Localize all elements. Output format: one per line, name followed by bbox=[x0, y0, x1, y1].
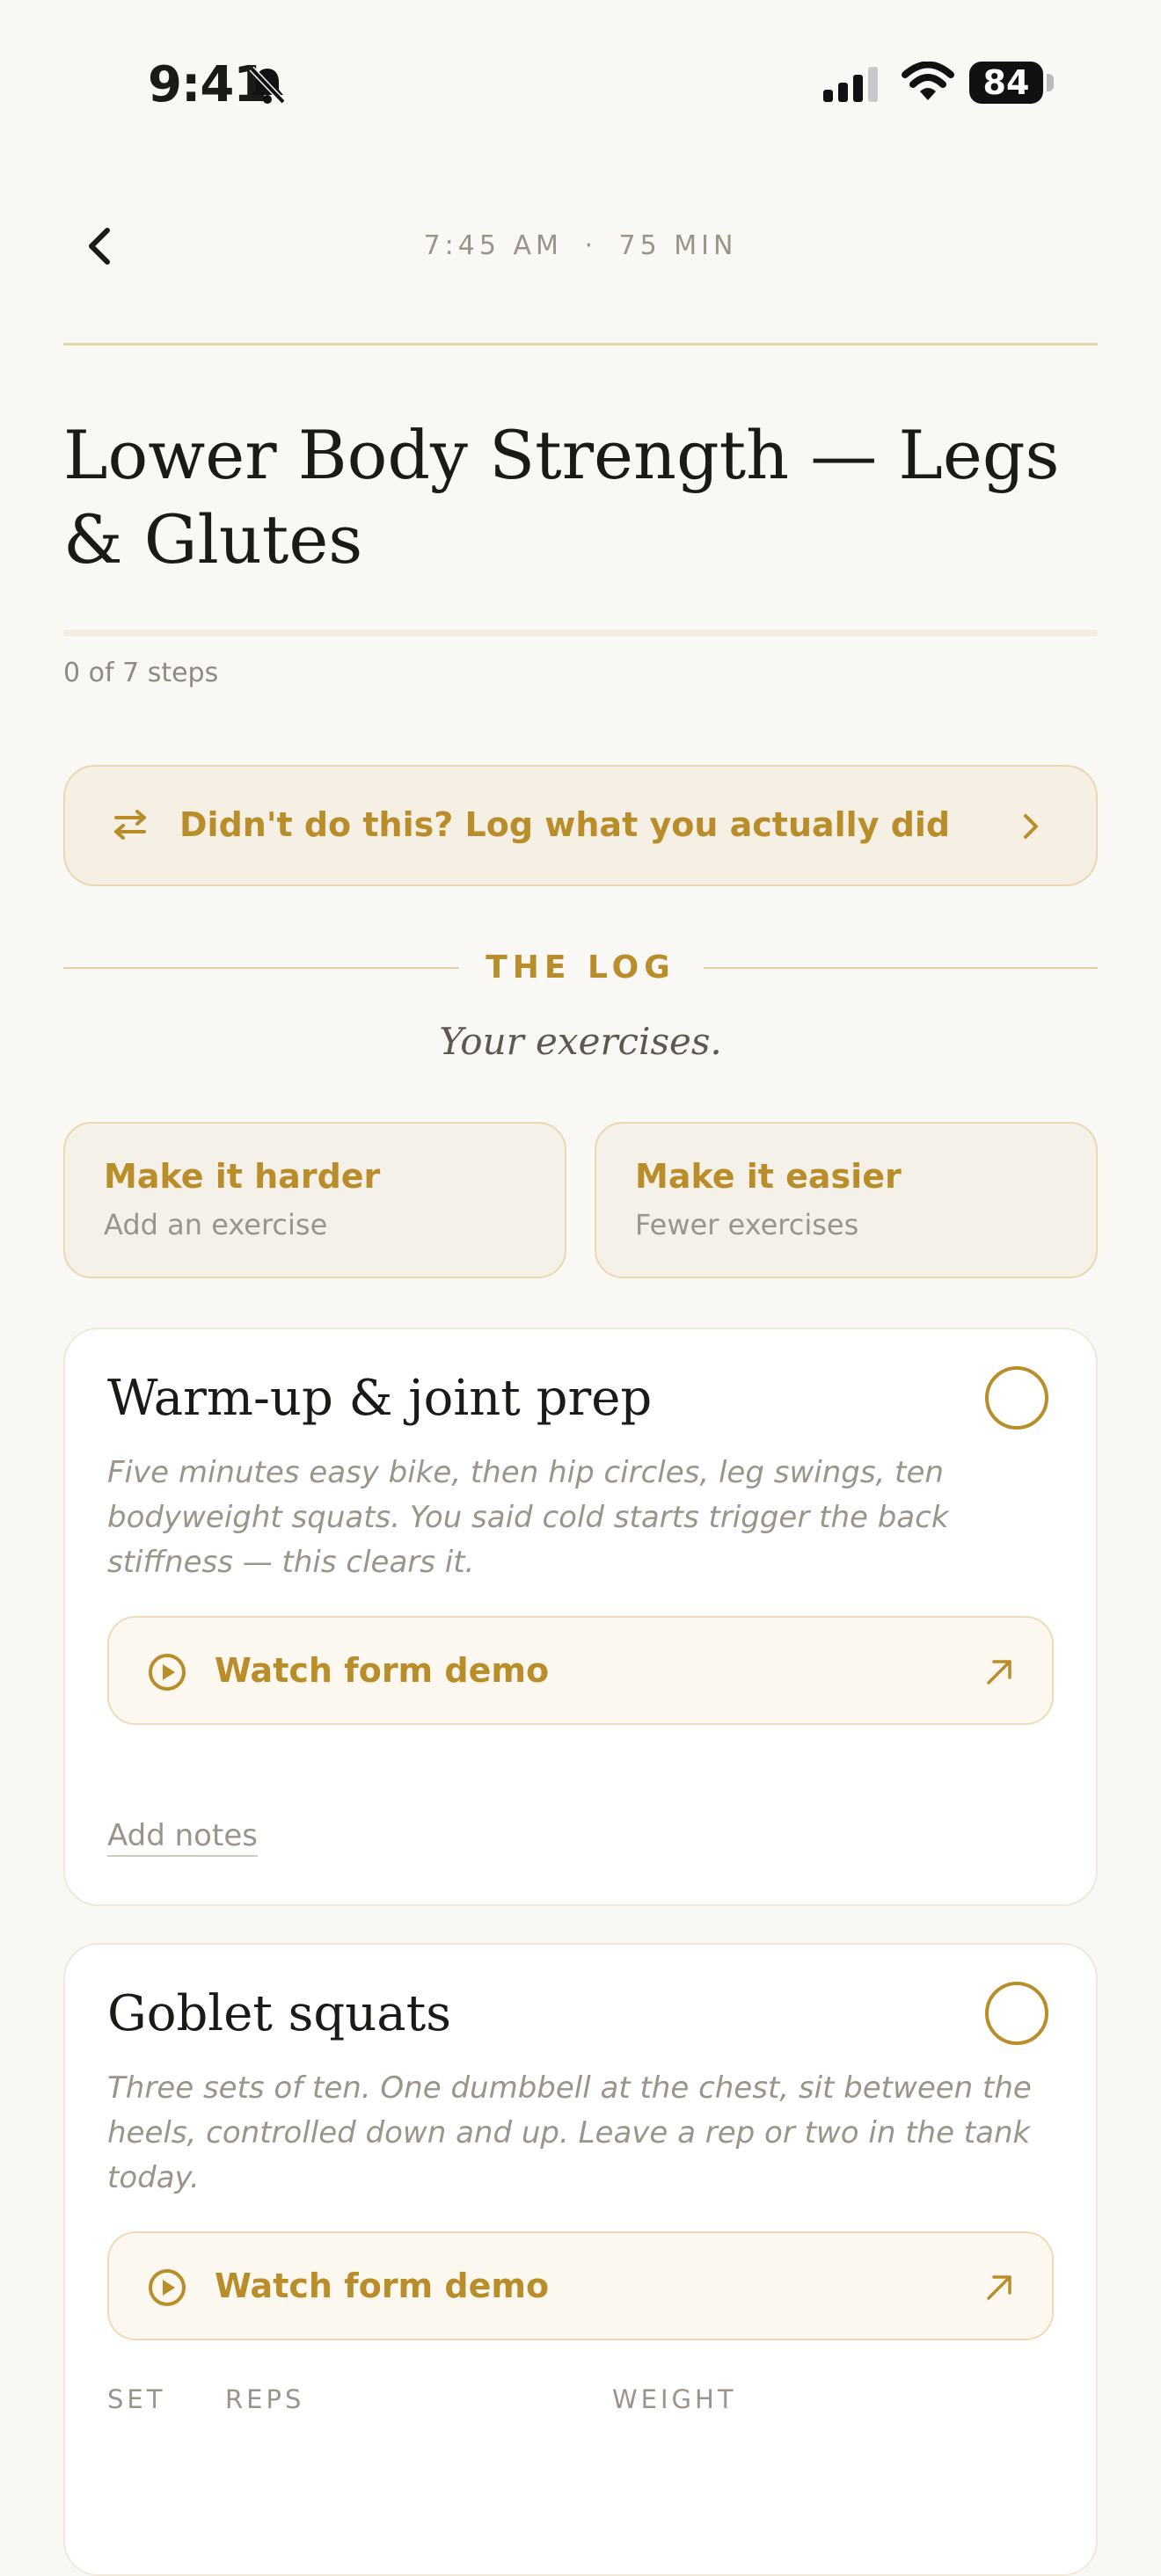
column-header-weight: WEIGHT bbox=[612, 2384, 737, 2414]
exercise-description: Five minutes easy bike, then hip circles… bbox=[107, 1455, 949, 1580]
watch-demo-button[interactable]: Watch form demo bbox=[107, 2231, 1054, 2340]
make-harder-subtitle: Add an exercise bbox=[104, 1208, 328, 1241]
external-arrow-icon bbox=[987, 2275, 1011, 2300]
make-easier-button[interactable]: Make it easier Fewer exercises bbox=[595, 1122, 1098, 1278]
exercise-complete-checkbox[interactable] bbox=[985, 1982, 1048, 2045]
exercise-card: Goblet squats Three sets of ten. One dum… bbox=[63, 1943, 1098, 2576]
exercise-card: Warm-up & joint prep Five minutes easy b… bbox=[63, 1328, 1098, 1906]
exercise-description: Three sets of ten. One dumbbell at the c… bbox=[107, 2070, 1032, 2195]
column-header-reps: REPS bbox=[225, 2384, 305, 2414]
section-divider-right bbox=[704, 967, 1098, 969]
log-actual-label: Didn't do this? Log what you actually di… bbox=[179, 805, 951, 844]
page-title: Lower Body Strength — Legs & Glutes bbox=[63, 416, 1060, 579]
swap-arrows-icon bbox=[114, 810, 146, 840]
chevron-right-icon bbox=[1024, 814, 1038, 839]
progress-track bbox=[63, 629, 1098, 637]
external-arrow-icon bbox=[987, 1660, 1011, 1685]
make-easier-title: Make it easier bbox=[635, 1157, 902, 1196]
workout-meta: 7:45 AM · 75 MIN bbox=[0, 230, 1161, 261]
watch-demo-label: Watch form demo bbox=[215, 1651, 550, 1690]
battery-cap bbox=[1047, 74, 1054, 91]
cellular-signal-icon bbox=[823, 67, 878, 102]
make-harder-button[interactable]: Make it harder Add an exercise bbox=[63, 1122, 566, 1278]
make-easier-subtitle: Fewer exercises bbox=[635, 1208, 859, 1241]
watch-demo-label: Watch form demo bbox=[215, 2267, 550, 2305]
exercise-title: Warm-up & joint prep bbox=[107, 1370, 653, 1427]
meta-separator: · bbox=[584, 230, 597, 261]
play-circle-icon bbox=[149, 1654, 186, 1691]
wifi-icon bbox=[902, 62, 954, 100]
progress-steps-text: 0 of 7 steps bbox=[63, 658, 219, 688]
workout-time: 7:45 AM bbox=[423, 230, 563, 261]
section-subtitle: Your exercises. bbox=[439, 1020, 722, 1063]
workout-duration: 75 MIN bbox=[618, 230, 738, 261]
exercise-complete-checkbox[interactable] bbox=[985, 1366, 1048, 1430]
exercise-title: Goblet squats bbox=[107, 1985, 451, 2042]
battery-level: 84 bbox=[969, 62, 1043, 104]
add-notes-link[interactable]: Add notes bbox=[107, 1818, 258, 1857]
column-header-set: SET bbox=[107, 2384, 166, 2414]
bell-muted-icon bbox=[249, 66, 286, 105]
play-circle-icon bbox=[149, 2269, 186, 2306]
header-divider bbox=[63, 343, 1098, 346]
make-harder-title: Make it harder bbox=[104, 1157, 381, 1196]
watch-demo-button[interactable]: Watch form demo bbox=[107, 1616, 1054, 1725]
